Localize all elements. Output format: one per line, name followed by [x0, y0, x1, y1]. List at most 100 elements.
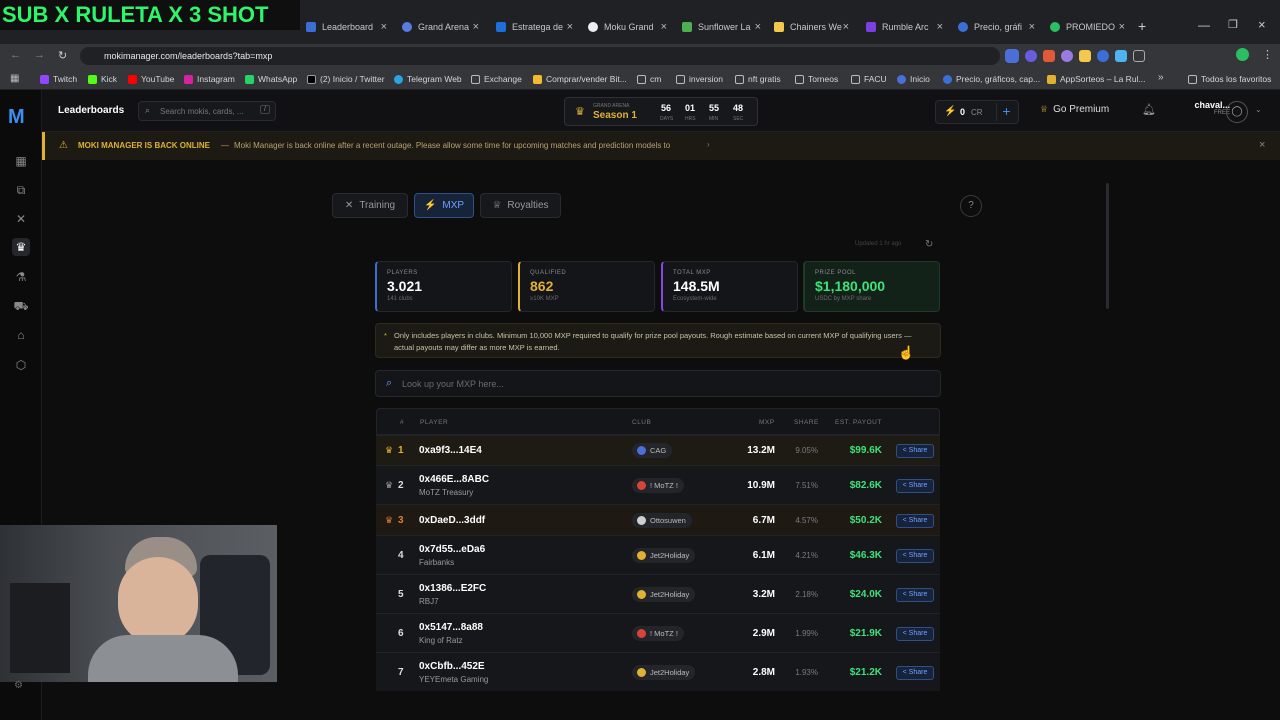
tab-estratega[interactable]: Estratega de × — [490, 16, 578, 38]
chevron-down-icon[interactable]: ⌄ — [1255, 105, 1262, 114]
table-row[interactable]: ♛ 1 0xa9f3...14E4 CAG 13.2M 9.05% $99.6K < Shar… — [376, 435, 940, 465]
store-icon[interactable]: ⌂ — [12, 326, 30, 344]
profile-avatar[interactable] — [1236, 48, 1249, 61]
share-button[interactable]: < Share — [896, 587, 934, 602]
close-tab-icon[interactable]: × — [755, 21, 761, 33]
table-row[interactable]: 7 0xCbfb...452E YEYEmeta Gaming Jet2Holiday… — [376, 652, 940, 691]
apps-grid-icon[interactable]: ▦ — [10, 73, 19, 84]
settings-gear-icon[interactable]: ⚙ — [14, 680, 23, 691]
table-row[interactable]: ♛ 2 0x466E...8ABC MoTZ Treasury ! MoTZ ! 10.9… — [376, 465, 940, 504]
share-button[interactable]: < Share — [896, 548, 934, 563]
club-badge[interactable]: Jet2Holiday — [632, 586, 696, 602]
tab-grand-arena[interactable]: Grand Arena × — [396, 16, 484, 38]
user-menu[interactable]: chaval... FREE — [1174, 100, 1230, 116]
bookmark-twitter[interactable]: (2) Inicio / Twitter — [307, 74, 385, 84]
player-address[interactable]: 0xa9f3...14E4 — [419, 445, 482, 456]
bookmark-nft-gratis[interactable]: nft gratis — [735, 74, 781, 84]
restore-icon[interactable]: ❐ — [1228, 18, 1238, 31]
player-address[interactable]: 0xCbfb...452E — [419, 661, 485, 672]
back-arrow-icon[interactable]: ← — [10, 49, 21, 61]
app-search-input[interactable]: ⌕ Search mokis, cards, ... / — [138, 101, 276, 121]
table-row[interactable]: ♛ 3 0xDaeD...3ddf Ottosuwen 6.7M 4.57% $50.2K <… — [376, 504, 940, 535]
scrollbar[interactable] — [1106, 183, 1109, 309]
extension-icon[interactable] — [1043, 50, 1055, 62]
tab-sunflower[interactable]: Sunflower La × — [676, 16, 766, 38]
bookmark-youtube[interactable]: YouTube — [128, 74, 174, 84]
extension-icon[interactable] — [1079, 50, 1091, 62]
bookmark-instagram[interactable]: Instagram — [184, 74, 235, 84]
table-row[interactable]: 5 0x1386...E2FC RBJ7 Jet2Holiday 3.2M 2.18% $2… — [376, 574, 940, 613]
bookmark-comprar[interactable]: Comprar/vender Bit... — [533, 74, 627, 84]
close-tab-icon[interactable]: × — [661, 21, 667, 33]
share-button[interactable]: < Share — [896, 478, 934, 493]
extension-icon[interactable] — [1115, 50, 1127, 62]
club-badge[interactable]: ! MoTZ ! — [632, 477, 684, 493]
close-tab-icon[interactable]: × — [937, 21, 943, 33]
moki-logo-icon[interactable]: M — [8, 107, 34, 127]
share-button[interactable]: < Share — [896, 665, 934, 680]
close-tab-icon[interactable]: × — [567, 21, 573, 33]
refresh-icon[interactable]: ↻ — [925, 239, 933, 250]
user-avatar-icon[interactable]: ◯ — [1226, 101, 1248, 123]
club-badge[interactable]: Ottosuwen — [632, 512, 692, 528]
close-tab-icon[interactable]: × — [843, 21, 849, 33]
player-address[interactable]: 0x5147...8a88 — [419, 622, 483, 633]
cart-icon[interactable]: ⛟ — [12, 297, 30, 315]
reload-icon[interactable]: ↻ — [58, 49, 67, 62]
go-premium-button[interactable]: ♕ Go Premium — [1040, 104, 1109, 115]
share-button[interactable]: < Share — [896, 513, 934, 528]
player-address[interactable]: 0xDaeD...3ddf — [419, 515, 485, 526]
bookmark-whatsapp[interactable]: WhatsApp — [245, 74, 297, 84]
extension-icon[interactable] — [1025, 50, 1037, 62]
bookmark-telegram[interactable]: Telegram Web — [394, 74, 462, 84]
more-bookmarks-icon[interactable]: » — [1158, 72, 1164, 83]
tab-training[interactable]: ✕ Training — [332, 193, 408, 218]
tab-moku-grand[interactable]: Moku Grand × — [582, 16, 672, 38]
tab-promiedo[interactable]: PROMIEDO × — [1044, 16, 1130, 38]
menu-dots-icon[interactable]: ⋮ — [1262, 48, 1273, 61]
puzzle-icon[interactable] — [1133, 50, 1145, 62]
cards-icon[interactable]: ⧉ — [12, 181, 30, 199]
tab-leaderboard[interactable]: Leaderboard × — [300, 16, 392, 38]
forward-arrow-icon[interactable]: → — [34, 49, 45, 61]
bookmark-all-favorites[interactable]: Todos los favoritos — [1188, 74, 1271, 84]
tab-rumble[interactable]: Rumble Arc × — [860, 16, 948, 38]
add-credits-button[interactable]: + — [996, 103, 1016, 121]
battle-icon[interactable]: ✕ — [12, 210, 30, 228]
tab-royalties[interactable]: ♕ Royalties — [480, 193, 561, 218]
close-tab-icon[interactable]: × — [1029, 21, 1035, 33]
bookmark-kick[interactable]: Kick — [88, 74, 117, 84]
table-row[interactable]: 6 0x5147...8a88 King of Ratz ! MoTZ ! 2.9M 1.… — [376, 613, 940, 652]
close-tab-icon[interactable]: × — [473, 21, 479, 33]
bookmark-inversion[interactable]: inversion — [676, 74, 723, 84]
bookmark-facu[interactable]: FACU — [851, 74, 887, 84]
flask-icon[interactable]: ⚗ — [12, 268, 30, 286]
share-button[interactable]: < Share — [896, 444, 934, 458]
new-tab-icon[interactable]: + — [1138, 18, 1146, 34]
chevron-right-icon[interactable]: › — [707, 140, 710, 149]
tab-mxp[interactable]: ⚡ MXP — [414, 193, 474, 218]
tab-precio[interactable]: Precio, gráfi × — [952, 16, 1040, 38]
player-address[interactable]: 0x7d55...eDa6 — [419, 544, 485, 555]
close-window-icon[interactable]: × — [1258, 17, 1266, 32]
mxp-lookup-input[interactable]: ⌕ Look up your MXP here... — [375, 370, 941, 397]
extension-icon[interactable] — [1005, 49, 1019, 63]
tab-chainers[interactable]: Chainers We × — [768, 16, 854, 38]
club-badge[interactable]: Jet2Holiday — [632, 664, 696, 680]
box-icon[interactable]: ⬡ — [12, 356, 30, 374]
club-badge[interactable]: Jet2Holiday — [632, 547, 696, 563]
share-button[interactable]: < Share — [896, 626, 934, 641]
close-banner-icon[interactable]: × — [1259, 139, 1265, 151]
club-badge[interactable]: CAG — [632, 443, 673, 458]
extension-icon[interactable] — [1061, 50, 1073, 62]
bookmark-precio[interactable]: Precio, gráficos, cap... — [943, 74, 1040, 84]
bookmark-appsorteos[interactable]: AppSorteos – La Rul... — [1047, 74, 1146, 84]
bookmark-exchange[interactable]: Exchange — [471, 74, 522, 84]
player-address[interactable]: 0x466E...8ABC — [419, 474, 489, 485]
help-icon[interactable]: ? — [960, 195, 982, 217]
close-tab-icon[interactable]: × — [1119, 21, 1125, 33]
close-tab-icon[interactable]: × — [381, 21, 387, 33]
bookmark-inicio[interactable]: Inicio — [897, 74, 930, 84]
extension-icon[interactable] — [1097, 50, 1109, 62]
trophy-icon[interactable]: ♛ — [12, 238, 30, 256]
